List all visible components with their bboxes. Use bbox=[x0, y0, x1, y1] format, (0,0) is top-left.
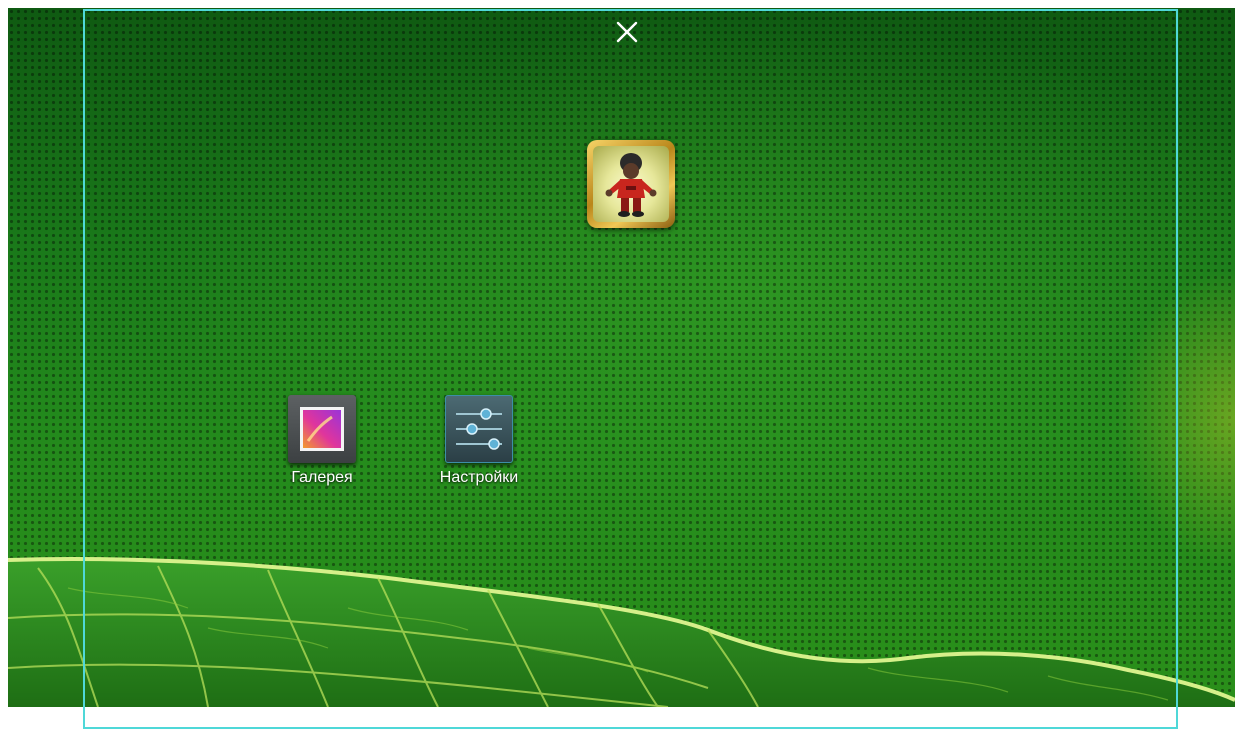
app-label-gallery: Галерея bbox=[291, 469, 353, 486]
game-character-icon bbox=[605, 153, 657, 217]
close-button[interactable] bbox=[614, 19, 640, 45]
app-label-settings: Настройки bbox=[439, 469, 519, 486]
workspace-frame bbox=[83, 9, 1178, 729]
app-settings[interactable]: Настройки bbox=[429, 395, 529, 487]
game-app-icon[interactable] bbox=[587, 140, 675, 228]
app-gallery[interactable]: Галерея bbox=[287, 395, 357, 487]
settings-sliders-icon bbox=[445, 395, 513, 463]
close-icon bbox=[616, 21, 638, 43]
gallery-icon bbox=[288, 395, 356, 463]
